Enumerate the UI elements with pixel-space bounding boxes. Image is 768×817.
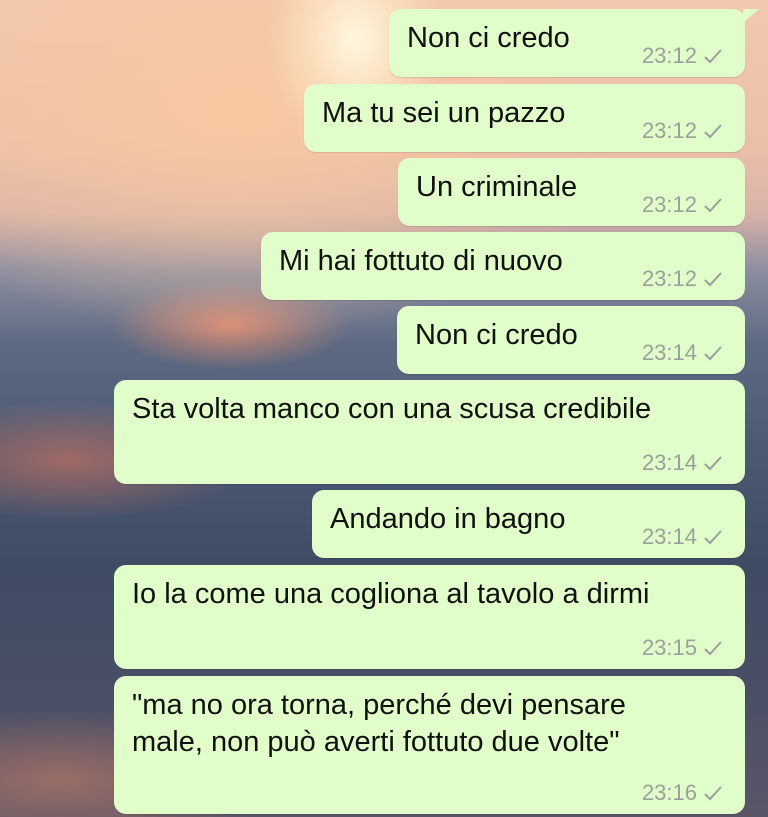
check-icon — [704, 456, 722, 471]
message-text: Non ci credo — [407, 22, 570, 54]
message-time: 23:15 — [641, 635, 697, 660]
message-list[interactable]: Non ci credo 23:12 Ma tu sei un pazzo 23… — [0, 0, 768, 817]
message-bubble[interactable]: Mi hai fottuto di nuovo 23:12 — [261, 232, 745, 300]
message-meta: 23:14 — [642, 340, 723, 366]
message-bubble[interactable]: Non ci credo 23:14 — [397, 306, 745, 374]
message-text-line: male, non può averti fottuto due volte" — [132, 726, 620, 758]
message-bubble[interactable]: Sta volta manco con una scusa credibile … — [114, 380, 745, 484]
message-time: 23:12 — [641, 43, 697, 68]
message-text: Non ci credo — [415, 319, 578, 351]
message-time: 23:14 — [641, 450, 697, 475]
message-meta: 23:12 — [642, 266, 723, 292]
message-bubble[interactable]: Andando in bagno 23:14 — [312, 490, 745, 558]
message-text-line: "ma no ora torna, perché devi pensare — [132, 689, 626, 721]
message-time: 23:12 — [641, 192, 697, 217]
check-icon — [704, 198, 722, 213]
message-time: 23:14 — [641, 340, 697, 365]
message-time: 23:14 — [641, 524, 697, 549]
check-icon — [704, 272, 722, 287]
message-meta: 23:12 — [642, 43, 723, 69]
check-icon — [704, 786, 722, 801]
message-text: Ma tu sei un pazzo — [322, 97, 566, 129]
check-icon — [704, 641, 722, 656]
check-icon — [704, 49, 722, 64]
message-meta: 23:12 — [642, 192, 723, 218]
message-text: Io la come una cogliona al tavolo a dirm… — [132, 578, 650, 610]
message-text: Sta volta manco con una scusa credibile — [132, 393, 652, 425]
message-meta: 23:12 — [642, 118, 723, 144]
message-text: Andando in bagno — [330, 503, 566, 535]
check-icon — [704, 124, 722, 139]
message-bubble[interactable]: Non ci credo 23:12 — [389, 9, 759, 77]
message-time: 23:12 — [641, 118, 697, 143]
message-bubble[interactable]: "ma no ora torna, perché devi pensare ma… — [114, 676, 745, 814]
message-time: 23:12 — [641, 266, 697, 291]
message-text: "ma no ora torna, perché devi pensare ma… — [132, 687, 626, 761]
message-meta: 23:16 — [642, 780, 723, 806]
message-text: Un criminale — [416, 171, 578, 203]
check-icon — [704, 346, 722, 361]
message-meta: 23:15 — [642, 635, 723, 661]
message-bubble[interactable]: Io la come una cogliona al tavolo a dirm… — [114, 565, 745, 669]
message-time: 23:16 — [641, 780, 697, 805]
message-text: Mi hai fottuto di nuovo — [279, 245, 563, 277]
message-bubble[interactable]: Ma tu sei un pazzo 23:12 — [304, 84, 745, 152]
message-meta: 23:14 — [642, 524, 723, 550]
message-bubble[interactable]: Un criminale 23:12 — [398, 158, 745, 226]
check-icon — [704, 530, 722, 545]
message-meta: 23:14 — [642, 450, 723, 476]
